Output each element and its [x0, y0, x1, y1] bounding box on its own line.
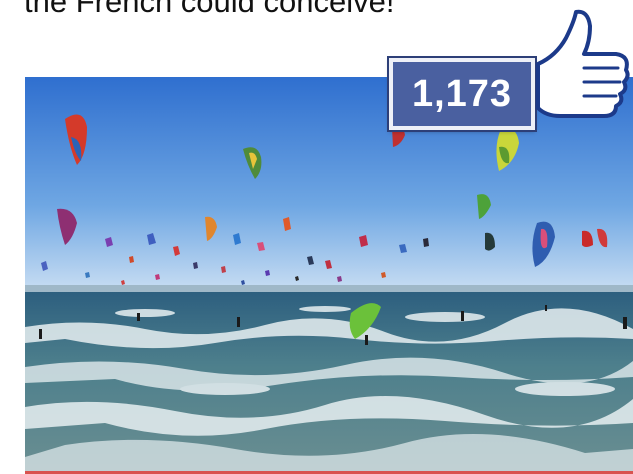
horizon-line	[25, 285, 633, 293]
like-badge[interactable]: 1,173	[384, 8, 633, 132]
like-count-box: 1,173	[387, 56, 537, 132]
kitesurf-photo	[25, 77, 633, 474]
article-headline: the French could conceive!	[24, 0, 395, 19]
thumbs-up-icon	[532, 8, 632, 131]
article-page: the French could conceive! 1,173	[0, 0, 633, 474]
like-count: 1,173	[411, 72, 513, 115]
